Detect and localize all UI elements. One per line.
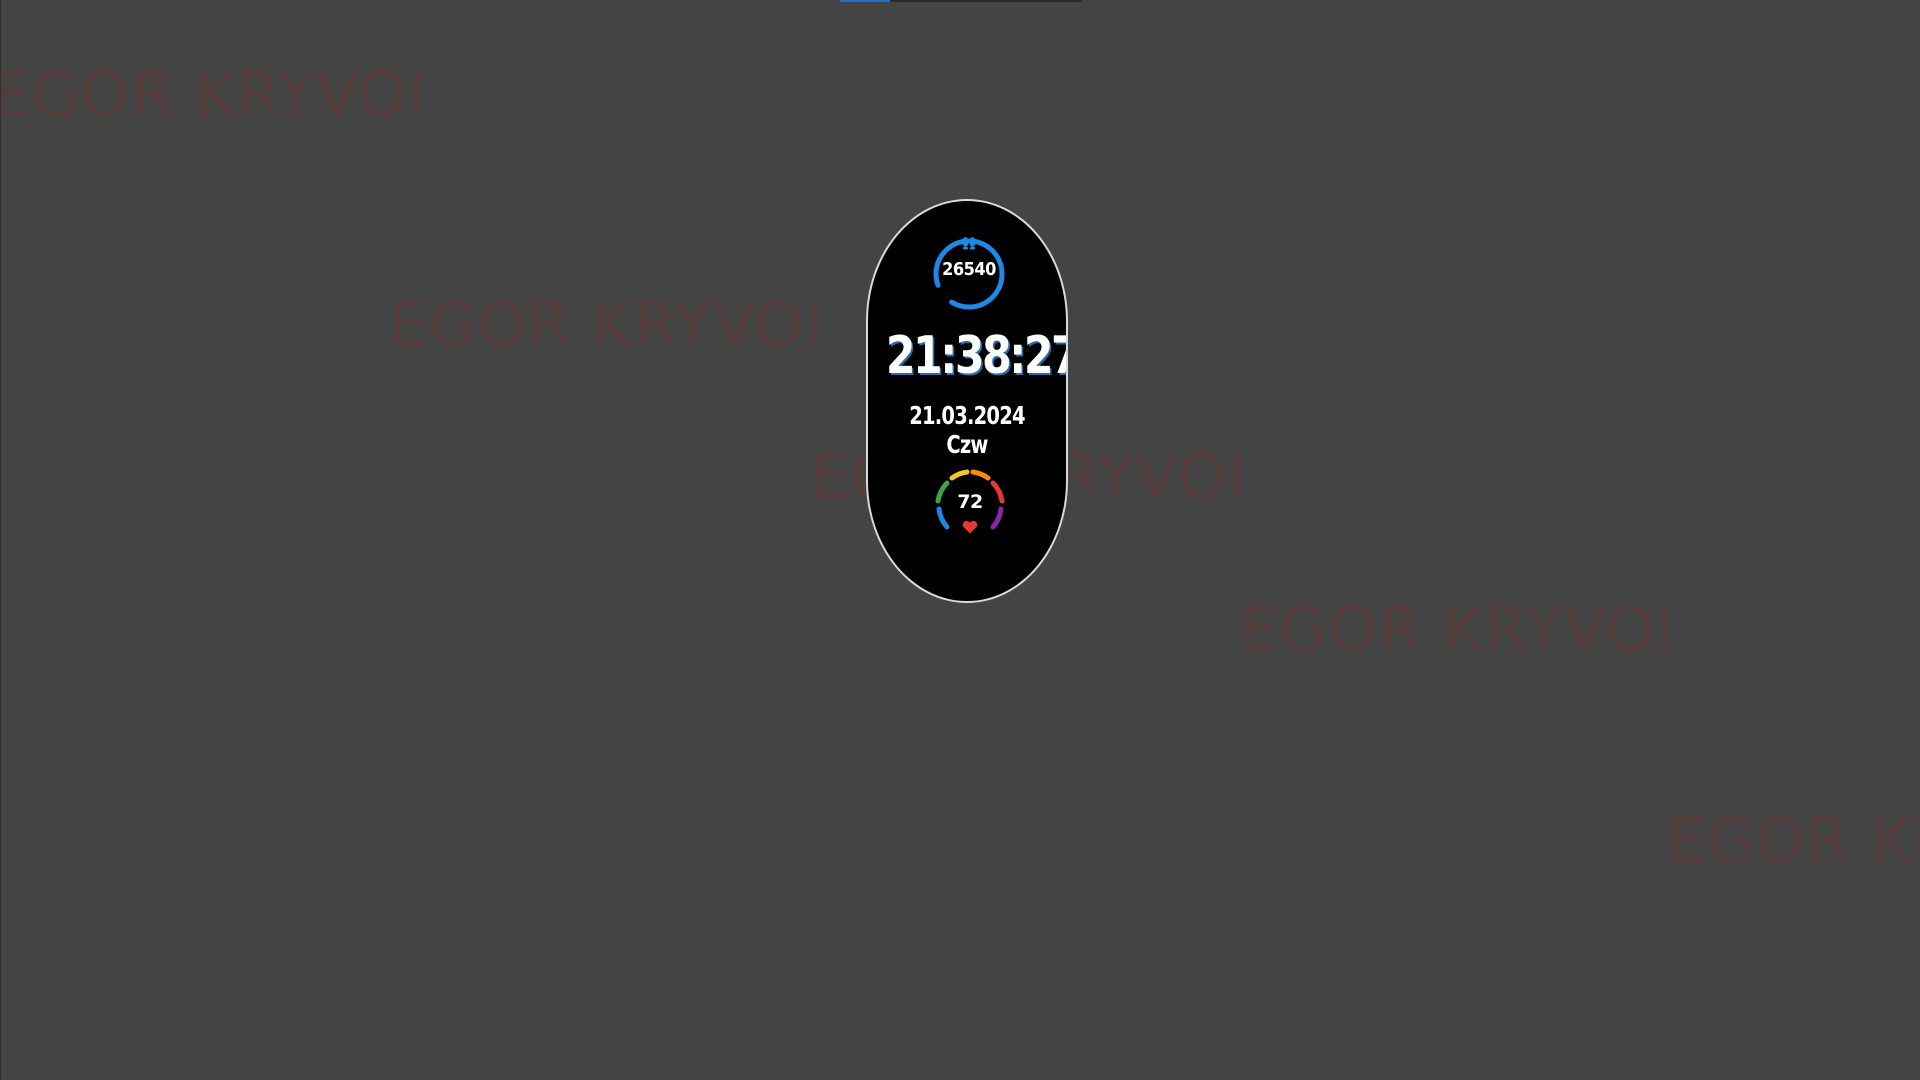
top-tab-active-indicator: [840, 0, 890, 2]
watermark: EGOR KRYVOI: [0, 58, 427, 131]
watermark: EGOR KRYVOI: [1239, 593, 1675, 666]
heart-rate-widget[interactable]: 72: [930, 465, 1010, 545]
preview-canvas: EGOR KRYVOI EGOR KRYVOI EGOR KRYVOI EGOR…: [0, 0, 1920, 1080]
digital-clock: 21:38:27: [885, 326, 1068, 386]
footprints-icon: [962, 237, 976, 250]
heart-rate-value: 72: [957, 491, 983, 513]
date-label: 21.03.2024 Czw: [909, 401, 1025, 459]
watermark: EGOR KRYVOI: [388, 288, 824, 361]
top-tab-bar[interactable]: [840, 0, 1082, 2]
steps-count: 26540: [942, 259, 996, 280]
heart-icon: [962, 520, 978, 534]
watermark: EGOR KRYVOI: [1667, 804, 1920, 877]
watch-face[interactable]: 26540 21:38:27 21.03.2024 Czw 72: [866, 199, 1068, 603]
steps-widget[interactable]: 26540: [931, 236, 1007, 312]
